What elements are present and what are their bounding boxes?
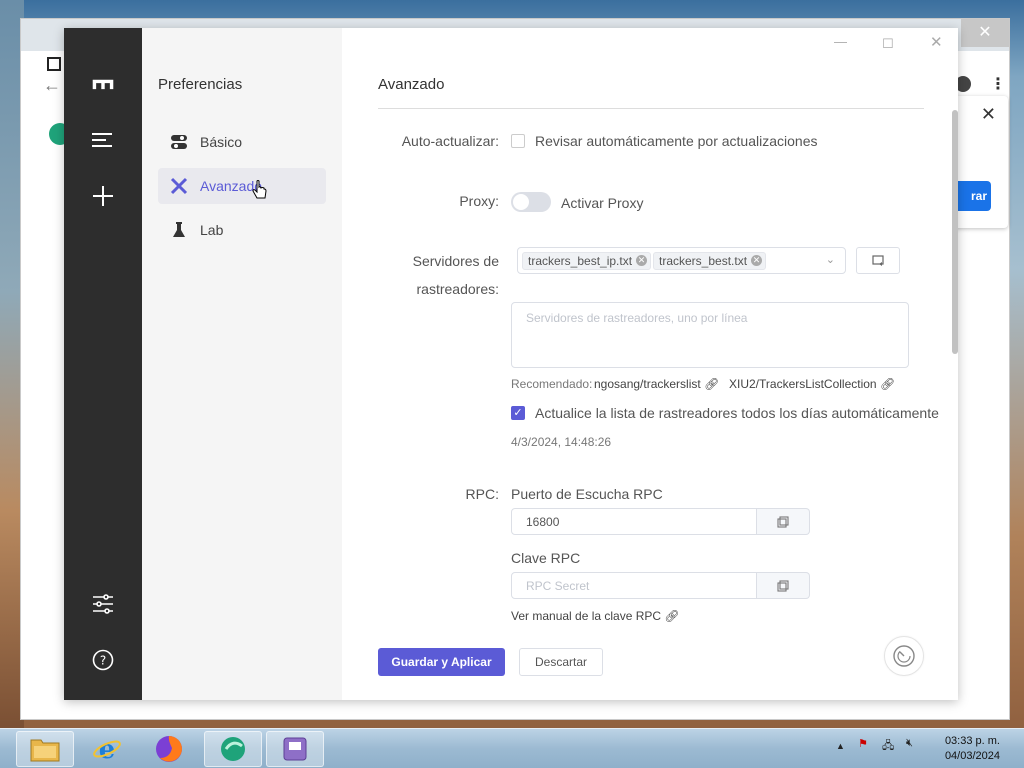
internet-explorer-icon: e xyxy=(93,735,121,764)
pref-item-lab[interactable]: Lab xyxy=(158,212,326,248)
menu-icon[interactable] xyxy=(91,128,115,152)
app-taskbar-button[interactable] xyxy=(266,731,324,767)
motrix-app-icon xyxy=(221,737,245,761)
taskbar: e ▲ ⚑ 🖧︎ 🔇︎ 03:33 p. m. 04/03/2024 xyxy=(0,728,1024,768)
rpc-secret-generate-button[interactable] xyxy=(757,572,810,599)
auto-update-trackers-checkbox[interactable]: ✓ xyxy=(511,406,525,420)
back-arrow-icon[interactable]: ← xyxy=(43,75,61,96)
page-title: Avanzado xyxy=(378,76,445,93)
rpc-secret-label: Clave RPC xyxy=(511,550,581,566)
kebab-menu-icon[interactable]: ⋮ xyxy=(990,74,1006,94)
link-icon: 🔗︎ xyxy=(704,377,720,391)
close-icon[interactable]: ✕ xyxy=(930,33,943,51)
maximize-icon[interactable]: ☐ xyxy=(882,36,894,52)
pref-item-label: Lab xyxy=(200,222,224,238)
speed-limit-button[interactable] xyxy=(884,636,924,676)
save-apply-button[interactable]: Guardar y Aplicar xyxy=(378,648,505,676)
tray-expand-icon[interactable]: ▲ xyxy=(836,741,845,751)
motrix-logo-icon[interactable] xyxy=(91,72,115,96)
remove-tag-icon[interactable]: ✕ xyxy=(751,255,763,266)
system-clock[interactable]: 03:33 p. m. 04/03/2024 xyxy=(945,734,1000,764)
settings-content: — ☐ ✕ Avanzado Auto-actualizar: Revisar … xyxy=(342,28,958,700)
svg-text:e: e xyxy=(99,735,116,764)
proxy-label: Proxy: xyxy=(459,193,499,209)
volume-muted-icon[interactable]: 🔇︎ xyxy=(906,737,913,750)
auto-update-label: Auto-actualizar: xyxy=(401,133,499,149)
speedometer-icon xyxy=(893,645,915,667)
rpc-port-input[interactable]: 16800 xyxy=(511,508,757,535)
tracker-source-select[interactable]: trackers_best_ip.txt ✕ trackers_best.txt… xyxy=(517,247,846,274)
motrix-window: ? Preferencias Básico Avanzado Lab — ☐ ✕… xyxy=(64,28,958,700)
sync-trackers-button[interactable] xyxy=(856,247,900,274)
add-icon[interactable] xyxy=(91,184,115,208)
network-icon[interactable]: 🖧︎ xyxy=(882,737,894,756)
proxy-toggle[interactable] xyxy=(511,192,551,212)
link-icon: 🔗︎ xyxy=(879,377,896,391)
proxy-toggle-label[interactable]: Activar Proxy xyxy=(561,195,643,211)
pref-item-label: Básico xyxy=(200,134,243,150)
rpc-port-random-button[interactable] xyxy=(757,508,810,535)
popup-close-icon[interactable]: ✕ xyxy=(981,104,996,125)
trackers-label-line2: rastreadores: xyxy=(416,281,499,297)
auto-update-checkbox[interactable] xyxy=(511,134,525,148)
pref-item-basic[interactable]: Básico xyxy=(158,124,326,160)
tracker-tag-label: trackers_best_ip.txt xyxy=(528,254,633,268)
close-icon[interactable]: ✕ xyxy=(961,19,1009,47)
app-sidebar: ? xyxy=(64,28,142,700)
link-icon: 🔗︎ xyxy=(664,609,680,623)
pref-item-advanced[interactable]: Avanzado xyxy=(158,168,326,204)
clock-date: 04/03/2024 xyxy=(944,750,1000,762)
recommended-label: Recomendado: xyxy=(511,377,593,391)
tools-icon xyxy=(170,177,188,195)
rpc-label: RPC: xyxy=(465,486,499,502)
tracker-tag[interactable]: trackers_best_ip.txt ✕ xyxy=(522,252,652,270)
help-icon[interactable]: ? xyxy=(91,648,115,672)
discard-button[interactable]: Descartar xyxy=(519,648,603,676)
firefox-taskbar-button[interactable] xyxy=(140,731,198,767)
window-app-icon xyxy=(283,737,307,761)
motrix-taskbar-button[interactable] xyxy=(204,731,262,767)
tracker-tag[interactable]: trackers_best.txt ✕ xyxy=(653,252,767,270)
svg-text:?: ? xyxy=(100,654,106,668)
preferences-title: Preferencias xyxy=(158,76,243,93)
action-center-flag-icon[interactable]: ⚑ xyxy=(858,737,868,750)
copy-icon xyxy=(777,515,789,528)
flask-icon xyxy=(170,221,188,239)
minimize-icon[interactable]: — xyxy=(834,34,847,49)
rpc-manual-link[interactable]: Ver manual de la clave RPC 🔗︎ xyxy=(511,609,680,623)
ie-taskbar-button[interactable]: e xyxy=(78,731,136,767)
copy-icon xyxy=(777,579,789,592)
last-update-timestamp: 4/3/2024, 14:48:26 xyxy=(511,435,612,449)
trackers-label-line1: Servidores de xyxy=(412,253,499,269)
preferences-menu: Preferencias Básico Avanzado Lab xyxy=(142,28,342,700)
recommended-link-xiu2[interactable]: XIU2/TrackersListCollection 🔗︎ xyxy=(729,377,895,391)
firefox-icon xyxy=(156,736,182,762)
remove-tag-icon[interactable]: ✕ xyxy=(636,255,648,266)
auto-update-trackers-label[interactable]: Actualice la lista de rastreadores todos… xyxy=(535,405,939,421)
hand-cursor-icon xyxy=(252,180,267,199)
sliders-icon[interactable] xyxy=(91,592,115,616)
scrollbar[interactable] xyxy=(952,110,958,354)
rpc-port-label: Puerto de Escucha RPC xyxy=(511,486,663,502)
file-explorer-taskbar-button[interactable] xyxy=(16,731,74,767)
rpc-secret-input[interactable]: RPC Secret xyxy=(511,572,757,599)
recommended-link-ngosang[interactable]: ngosang/trackerslist 🔗︎ xyxy=(594,377,719,391)
folder-icon xyxy=(30,739,60,762)
trackers-textarea[interactable]: Servidores de rastreadores, uno por líne… xyxy=(511,302,909,368)
toggle-icon xyxy=(170,133,188,151)
divider xyxy=(378,108,924,109)
tab-favicon-icon xyxy=(47,57,61,71)
chevron-down-icon[interactable]: ⌄ xyxy=(826,253,835,266)
auto-update-checkbox-label[interactable]: Revisar automáticamente por actualizacio… xyxy=(535,133,817,149)
sync-icon xyxy=(872,254,884,266)
clock-time: 03:33 p. m. xyxy=(944,735,1000,747)
tracker-tag-label: trackers_best.txt xyxy=(659,254,748,268)
